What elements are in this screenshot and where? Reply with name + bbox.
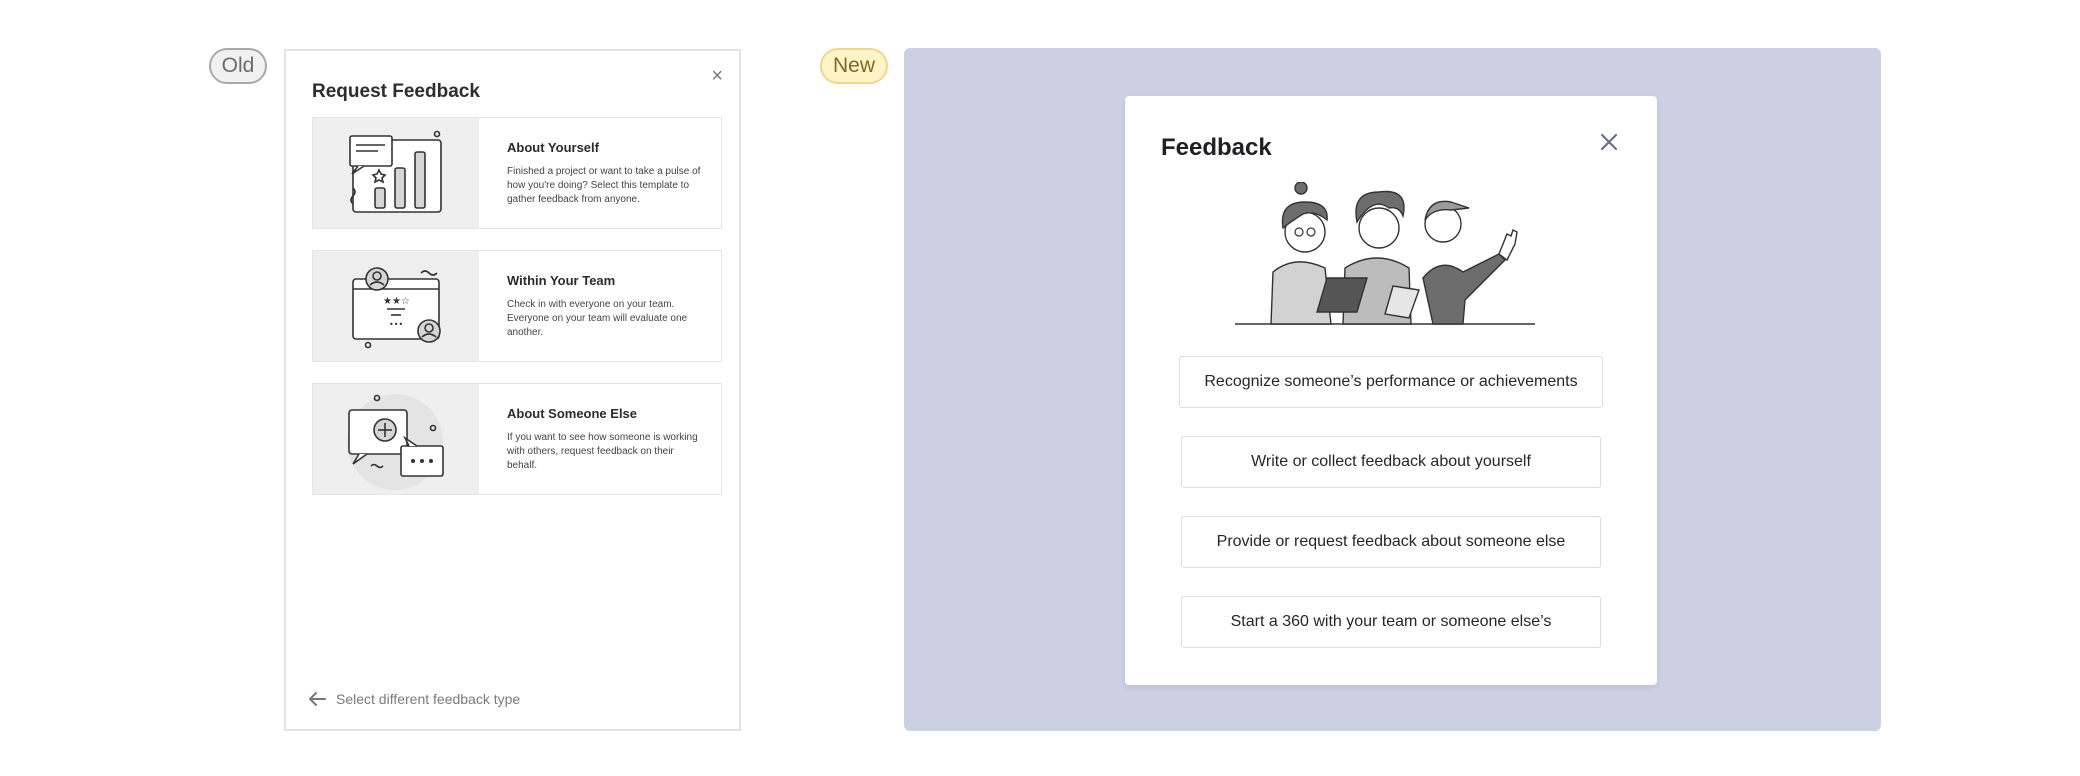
card-title: Within Your Team <box>507 273 616 288</box>
card-description: Finished a project or want to take a pul… <box>507 166 701 205</box>
select-different-type-link[interactable]: Select different feedback type <box>308 691 520 707</box>
option-recognize-performance[interactable]: Recognize someone’s performance or achie… <box>1179 356 1603 408</box>
card-title: About Yourself <box>507 140 599 155</box>
old-panel-title: Request Feedback <box>312 81 480 102</box>
close-icon[interactable] <box>1597 130 1621 154</box>
arrow-left-icon <box>309 692 326 706</box>
option-feedback-about-yourself[interactable]: Write or collect feedback about yourself <box>1181 436 1601 488</box>
old-close-icon[interactable]: × <box>711 65 723 88</box>
card-about-someone-else[interactable]: About Someone Else If you want to see ho… <box>312 383 722 495</box>
svg-text:★★☆: ★★☆ <box>383 296 410 307</box>
card-description: If you want to see how someone is workin… <box>507 432 698 471</box>
chat-illustration-icon <box>313 384 479 494</box>
card-description: Check in with everyone on your team. Eve… <box>507 299 688 338</box>
card-about-yourself[interactable]: About Yourself Finished a project or wan… <box>312 117 722 229</box>
chart-illustration-icon <box>313 118 479 228</box>
card-title: About Someone Else <box>507 406 638 421</box>
team-people-illustration <box>1235 182 1535 325</box>
new-badge: New <box>820 48 888 84</box>
old-request-feedback-panel: × Request Feedback About Yourself Finish… <box>284 49 741 731</box>
svg-text:•••: ••• <box>389 320 403 329</box>
card-within-your-team[interactable]: ★★☆ ••• Within Your Team Check in with e… <box>312 250 722 362</box>
modal-title: Feedback <box>1161 134 1272 161</box>
feedback-modal: Feedback Recognize someone’s performance… <box>1125 96 1657 685</box>
new-panel-backdrop: Feedback Recognize someone’s performance… <box>904 48 1881 731</box>
option-start-360[interactable]: Start a 360 with your team or someone el… <box>1181 596 1601 648</box>
old-badge: Old <box>209 48 267 84</box>
option-feedback-about-someone-else[interactable]: Provide or request feedback about someon… <box>1181 516 1601 568</box>
back-link-label: Select different feedback type <box>336 691 521 707</box>
team-illustration-icon: ★★☆ ••• <box>313 251 479 361</box>
